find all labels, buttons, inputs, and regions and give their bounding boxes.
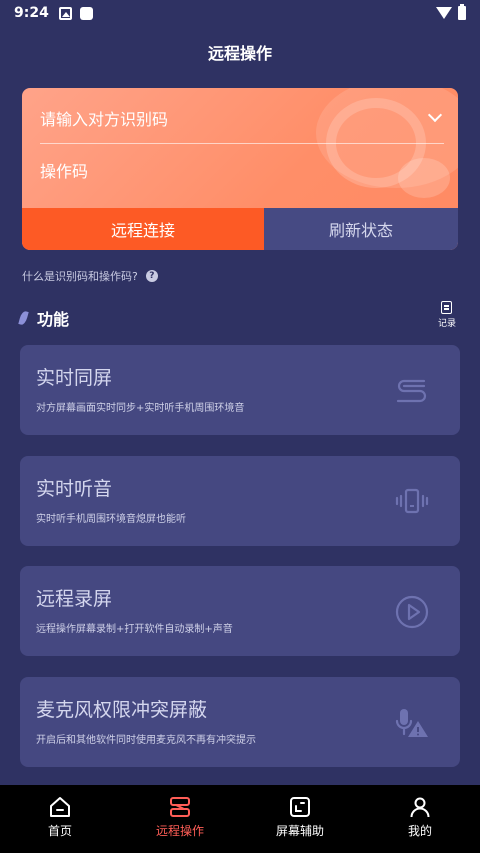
feature-card-screen-sync[interactable]: 实时同屏 对方屏幕画面实时同步+实时听手机周围环境音 (20, 345, 460, 435)
feature-desc: 对方屏幕画面实时同步+实时听手机周围环境音 (36, 403, 245, 414)
status-time: 9:24 (14, 5, 49, 21)
feature-desc: 远程操作屏幕录制+打开软件自动录制+声音 (36, 624, 233, 635)
code-input-placeholder: 操作码 (40, 162, 89, 181)
help-link[interactable]: 什么是识别码和操作码? ? (22, 268, 158, 284)
remote-icon (170, 797, 190, 817)
sync-icon (396, 379, 427, 403)
gallery-notification-icon (58, 6, 72, 20)
feature-card-mic-shield[interactable]: 麦克风权限冲突屏蔽 开启后和其他软件同时使用麦克风不再有冲突提示 (20, 677, 460, 767)
tab-remote[interactable]: 远程操作 (120, 785, 240, 853)
id-input-placeholder: 请输入对方识别码 (40, 109, 169, 129)
tab-screen-assist[interactable]: 屏幕辅助 (240, 785, 360, 853)
tab-label: 远程操作 (155, 824, 204, 838)
tab-profile[interactable]: 我的 (360, 785, 480, 853)
wifi-icon (436, 7, 452, 19)
screen-assist-icon (290, 797, 310, 817)
battery-icon (458, 4, 466, 20)
connect-button[interactable]: 远程连接 (22, 208, 264, 250)
phone-vibrate-icon (395, 488, 429, 514)
feature-title: 麦克风权限冲突屏蔽 (36, 699, 208, 721)
section-header: 功能 记录 (18, 301, 460, 331)
play-icon (395, 595, 429, 629)
page-title: 远程操作 (207, 44, 272, 63)
tab-home[interactable]: 首页 (0, 785, 120, 853)
refresh-button[interactable]: 刷新状态 (264, 208, 458, 250)
leaf-icon (18, 310, 29, 326)
document-icon (441, 301, 453, 314)
section-title: 功能 (37, 310, 70, 329)
home-icon (50, 797, 70, 817)
tab-label: 首页 (47, 824, 72, 838)
feature-title: 实时听音 (36, 478, 113, 500)
feature-card-record[interactable]: 远程录屏 远程操作屏幕录制+打开软件自动录制+声音 (20, 566, 460, 656)
tab-bar: 首页 远程操作 屏幕辅助 我的 (0, 785, 480, 853)
feature-title: 实时同屏 (36, 367, 113, 389)
code-input[interactable]: 操作码 (40, 144, 444, 196)
connect-card: 请输入对方识别码 操作码 远程连接 刷新状态 (22, 88, 458, 250)
chevron-down-icon[interactable] (427, 107, 443, 122)
records-label: 记录 (437, 319, 456, 329)
records-button[interactable]: 记录 (438, 301, 456, 329)
tab-label: 我的 (407, 824, 432, 838)
feature-desc: 开启后和其他软件同时使用麦克风不再有冲突提示 (36, 735, 256, 746)
question-icon[interactable]: ? (145, 270, 158, 282)
app-notification-icon (79, 6, 93, 20)
help-text: 什么是识别码和操作码? (22, 270, 138, 283)
tab-label: 屏幕辅助 (275, 824, 324, 838)
mic-warning-icon (395, 709, 428, 737)
feature-card-listen[interactable]: 实时听音 实时听手机周围环境音熄屏也能听 (20, 456, 460, 546)
feature-desc: 实时听手机周围环境音熄屏也能听 (36, 514, 186, 525)
profile-icon (410, 797, 430, 818)
feature-title: 远程录屏 (36, 588, 113, 610)
id-input[interactable]: 请输入对方识别码 (40, 92, 444, 144)
status-bar: 9:24 (0, 0, 480, 26)
